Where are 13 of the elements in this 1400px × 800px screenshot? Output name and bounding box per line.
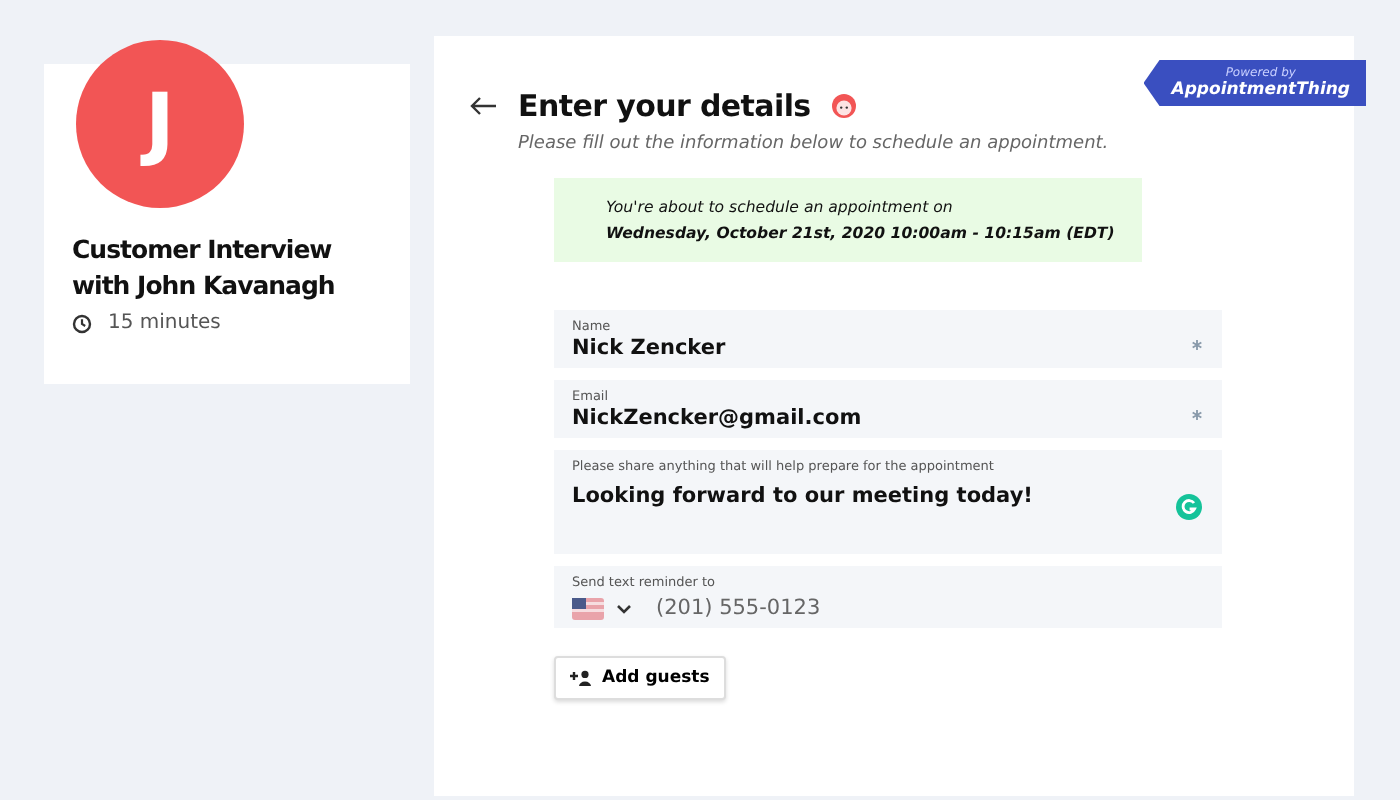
back-arrow-icon[interactable] [470, 96, 498, 116]
chevron-down-icon[interactable] [616, 603, 632, 613]
grammar-check-icon[interactable] [1176, 494, 1202, 520]
event-title: Customer Interview with John Kavanagh [72, 232, 337, 304]
page-title: Enter your details [518, 88, 811, 124]
subtitle: Please fill out the information below to schedule an appointment. [518, 134, 1111, 154]
clock-icon [72, 313, 92, 333]
add-person-icon [570, 670, 592, 686]
face-icon [830, 92, 859, 120]
avatar: J [76, 40, 244, 208]
add-guests-button[interactable]: Add guests [554, 656, 726, 700]
flag-icon[interactable] [572, 597, 604, 619]
duration-text: 15 minutes [108, 312, 221, 334]
